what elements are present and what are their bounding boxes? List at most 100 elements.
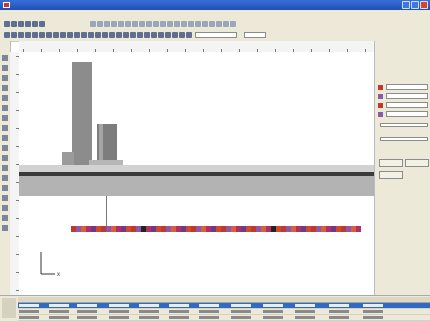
tool-button[interactable]: [2, 125, 8, 131]
slider-track[interactable]: [380, 123, 428, 127]
toolbar-button[interactable]: [18, 32, 24, 38]
toolbar-button[interactable]: [139, 21, 145, 27]
toolbar-button[interactable]: [32, 21, 38, 27]
color-strip[interactable]: [71, 226, 361, 232]
table-cell: [77, 304, 97, 307]
panel-button[interactable]: [379, 171, 403, 179]
tool-button[interactable]: [2, 205, 8, 211]
drawing-canvas[interactable]: x: [19, 52, 374, 295]
toolbar-button[interactable]: [90, 21, 96, 27]
toolbar-button[interactable]: [4, 32, 10, 38]
toolbar-button[interactable]: [25, 21, 31, 27]
color-swatch[interactable]: [378, 112, 383, 117]
toolbar-button[interactable]: [132, 21, 138, 27]
toolbar-button[interactable]: [146, 21, 152, 27]
tool-button[interactable]: [2, 75, 8, 81]
toolbar-button[interactable]: [125, 21, 131, 27]
color-swatch[interactable]: [378, 94, 383, 99]
close-icon[interactable]: [420, 1, 428, 9]
tool-button[interactable]: [2, 215, 8, 221]
toolbar-button[interactable]: [81, 32, 87, 38]
toolbar-button[interactable]: [160, 21, 166, 27]
toolbar-button[interactable]: [223, 21, 229, 27]
strip-segment: [161, 226, 166, 232]
toolbar-button[interactable]: [53, 32, 59, 38]
panel-button[interactable]: [405, 159, 429, 167]
tool-button[interactable]: [2, 155, 8, 161]
tool-button[interactable]: [2, 55, 8, 61]
toolbar-button[interactable]: [102, 32, 108, 38]
slider-track[interactable]: [380, 137, 428, 141]
tool-button[interactable]: [2, 195, 8, 201]
toolbar-button[interactable]: [179, 32, 185, 38]
toolbar-button[interactable]: [111, 21, 117, 27]
toolbar-button[interactable]: [104, 21, 110, 27]
toolbar-button[interactable]: [153, 21, 159, 27]
toolbar-button[interactable]: [230, 21, 236, 27]
toolbar-button[interactable]: [186, 32, 192, 38]
minimize-icon[interactable]: [402, 1, 410, 9]
value-field[interactable]: [386, 111, 428, 117]
toolbar-button[interactable]: [130, 32, 136, 38]
toolbar-button[interactable]: [97, 21, 103, 27]
rail-top[interactable]: [19, 165, 374, 172]
color-swatch[interactable]: [378, 103, 383, 108]
tool-button[interactable]: [2, 105, 8, 111]
toolbar-button[interactable]: [74, 32, 80, 38]
toolbar-button[interactable]: [32, 32, 38, 38]
toolbar-button[interactable]: [116, 32, 122, 38]
maximize-icon[interactable]: [411, 1, 419, 9]
toolbar-button[interactable]: [151, 32, 157, 38]
toolbar-button[interactable]: [39, 32, 45, 38]
toolbar-button[interactable]: [123, 32, 129, 38]
value-field[interactable]: [386, 102, 428, 108]
toolbar-button[interactable]: [95, 32, 101, 38]
tool-button[interactable]: [2, 85, 8, 91]
tool-button[interactable]: [2, 65, 8, 71]
tool-button[interactable]: [2, 115, 8, 121]
toolbar-button[interactable]: [216, 21, 222, 27]
toolbar-button[interactable]: [188, 21, 194, 27]
value-field[interactable]: [386, 84, 428, 90]
tool-button[interactable]: [2, 175, 8, 181]
table-row[interactable]: [18, 315, 430, 321]
toolbar-button[interactable]: [39, 21, 45, 27]
toolbar-button[interactable]: [18, 21, 24, 27]
toolbar-button[interactable]: [172, 32, 178, 38]
toolbar-button[interactable]: [11, 21, 17, 27]
toolbar-button[interactable]: [165, 32, 171, 38]
toolbar-button[interactable]: [202, 21, 208, 27]
rail-body[interactable]: [19, 176, 374, 196]
toolbar-button[interactable]: [158, 32, 164, 38]
value-field[interactable]: [386, 93, 428, 99]
tool-button[interactable]: [2, 225, 8, 231]
toolbar-field[interactable]: [244, 32, 266, 38]
toolbar-button[interactable]: [109, 32, 115, 38]
toolbar-button[interactable]: [181, 21, 187, 27]
toolbar-button[interactable]: [67, 32, 73, 38]
tool-button[interactable]: [2, 95, 8, 101]
color-swatch[interactable]: [378, 85, 383, 90]
toolbar-button[interactable]: [209, 21, 215, 27]
strip-segment: [306, 226, 311, 232]
toolbar-button[interactable]: [137, 32, 143, 38]
toolbar-button[interactable]: [46, 32, 52, 38]
table-cell: [363, 310, 383, 313]
toolbar-button[interactable]: [60, 32, 66, 38]
toolbar-button[interactable]: [167, 21, 173, 27]
toolbar-button[interactable]: [4, 21, 10, 27]
column-shape[interactable]: [72, 62, 92, 172]
tool-button[interactable]: [2, 135, 8, 141]
toolbar-button[interactable]: [11, 32, 17, 38]
toolbar-button[interactable]: [118, 21, 124, 27]
toolbar-button[interactable]: [174, 21, 180, 27]
panel-button[interactable]: [379, 159, 403, 167]
toolbar-field[interactable]: [195, 32, 237, 38]
toolbar-button[interactable]: [144, 32, 150, 38]
toolbar-button[interactable]: [88, 32, 94, 38]
tool-button[interactable]: [2, 145, 8, 151]
toolbar-button[interactable]: [195, 21, 201, 27]
tool-button[interactable]: [2, 185, 8, 191]
tool-button[interactable]: [2, 165, 8, 171]
toolbar-button[interactable]: [25, 32, 31, 38]
